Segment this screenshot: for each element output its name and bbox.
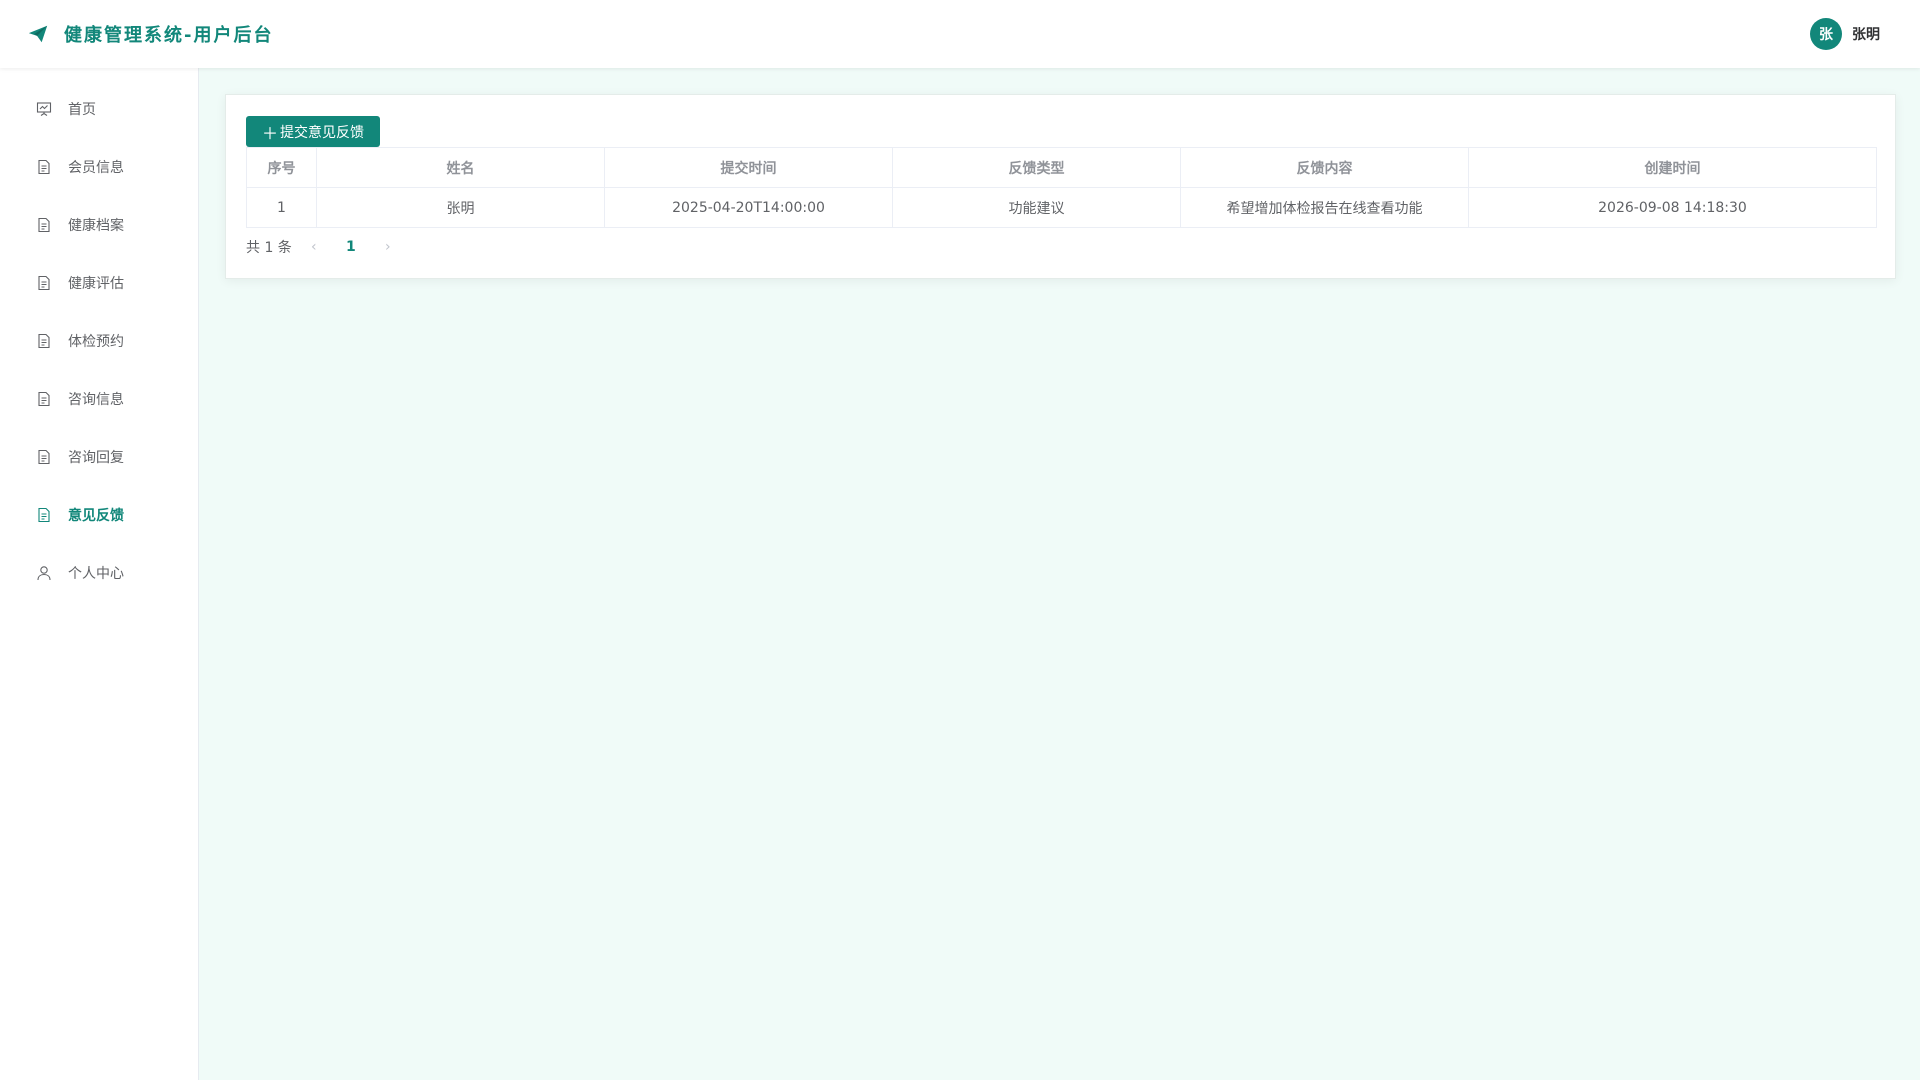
- user-icon: [35, 564, 53, 582]
- feedback-panel: ＋ 提交意见反馈 序号 姓名 提交时间 反馈类型 反馈内容 创建时间 1 张明 …: [225, 94, 1896, 279]
- feedback-table: 序号 姓名 提交时间 反馈类型 反馈内容 创建时间 1 张明 2025-04-2…: [246, 147, 1877, 228]
- sidebar-item-label: 咨询信息: [68, 392, 124, 408]
- sidebar-item-label: 意见反馈: [68, 508, 124, 524]
- submit-feedback-label: 提交意见反馈: [280, 124, 365, 141]
- presentation-board-icon: [35, 100, 53, 118]
- document-icon: [35, 390, 53, 408]
- cell-feedback-content: 希望增加体检报告在线查看功能: [1180, 187, 1469, 228]
- user-menu[interactable]: 张 张明: [1810, 18, 1880, 50]
- sidebar-item-label: 首页: [68, 102, 96, 118]
- sidebar-item-personal-center[interactable]: 个人中心: [0, 544, 198, 602]
- column-header-name[interactable]: 姓名: [316, 147, 605, 188]
- sidebar-item-home[interactable]: 首页: [0, 80, 198, 138]
- sidebar-item-label: 咨询回复: [68, 450, 124, 466]
- sidebar-item-health-assessment[interactable]: 健康评估: [0, 254, 198, 312]
- column-header-created-time[interactable]: 创建时间: [1468, 147, 1877, 188]
- app-title: 健康管理系统-用户后台: [64, 25, 274, 46]
- sidebar-item-label: 体检预约: [68, 334, 124, 350]
- document-icon: [35, 506, 53, 524]
- table-header-row: 序号 姓名 提交时间 反馈类型 反馈内容 创建时间: [246, 147, 1877, 188]
- pagination-page-current[interactable]: 1: [336, 239, 366, 255]
- column-header-submit-time[interactable]: 提交时间: [604, 147, 893, 188]
- sidebar-item-health-records[interactable]: 健康档案: [0, 196, 198, 254]
- brand: 健康管理系统-用户后台: [26, 21, 273, 47]
- sidebar-item-label: 健康评估: [68, 276, 124, 292]
- cell-index: 1: [246, 187, 317, 228]
- plus-icon: ＋: [262, 123, 279, 143]
- document-icon: [35, 158, 53, 176]
- sidebar-item-member-info[interactable]: 会员信息: [0, 138, 198, 196]
- submit-feedback-button[interactable]: ＋ 提交意见反馈: [246, 116, 381, 147]
- document-icon: [35, 332, 53, 350]
- sidebar-item-label: 会员信息: [68, 160, 124, 176]
- sidebar-item-label: 健康档案: [68, 218, 124, 234]
- column-header-feedback-type[interactable]: 反馈类型: [892, 147, 1181, 188]
- sidebar: 首页 会员信息 健康档案 健康评估 体检预约 咨询信息 咨询回复 意见反馈 个人…: [0, 68, 199, 1080]
- sidebar-item-consultation-info[interactable]: 咨询信息: [0, 370, 198, 428]
- chevron-left-icon[interactable]: ‹: [302, 235, 326, 259]
- top-header: 健康管理系统-用户后台 张 张明: [0, 0, 1920, 68]
- document-icon: [35, 448, 53, 466]
- pagination: 共 1 条 ‹ 1 ›: [246, 235, 400, 259]
- column-header-feedback-content[interactable]: 反馈内容: [1180, 147, 1469, 188]
- paper-plane-icon: [26, 22, 50, 46]
- cell-name: 张明: [316, 187, 605, 228]
- user-name[interactable]: 张明: [1852, 24, 1880, 44]
- sidebar-item-label: 个人中心: [68, 566, 124, 582]
- pagination-total: 共 1 条: [246, 240, 292, 256]
- sidebar-item-consultation-reply[interactable]: 咨询回复: [0, 428, 198, 486]
- table-row[interactable]: 1 张明 2025-04-20T14:00:00 功能建议 希望增加体检报告在线…: [246, 187, 1877, 228]
- document-icon: [35, 274, 53, 292]
- document-icon: [35, 216, 53, 234]
- avatar[interactable]: 张: [1810, 18, 1842, 50]
- sidebar-item-feedback[interactable]: 意见反馈: [0, 486, 198, 544]
- chevron-right-icon[interactable]: ›: [376, 235, 400, 259]
- cell-submit-time: 2025-04-20T14:00:00: [604, 187, 893, 228]
- cell-created-time: 2026-09-08 14:18:30: [1468, 187, 1877, 228]
- column-header-index[interactable]: 序号: [246, 147, 317, 188]
- cell-feedback-type: 功能建议: [892, 187, 1181, 228]
- sidebar-item-checkup-booking[interactable]: 体检预约: [0, 312, 198, 370]
